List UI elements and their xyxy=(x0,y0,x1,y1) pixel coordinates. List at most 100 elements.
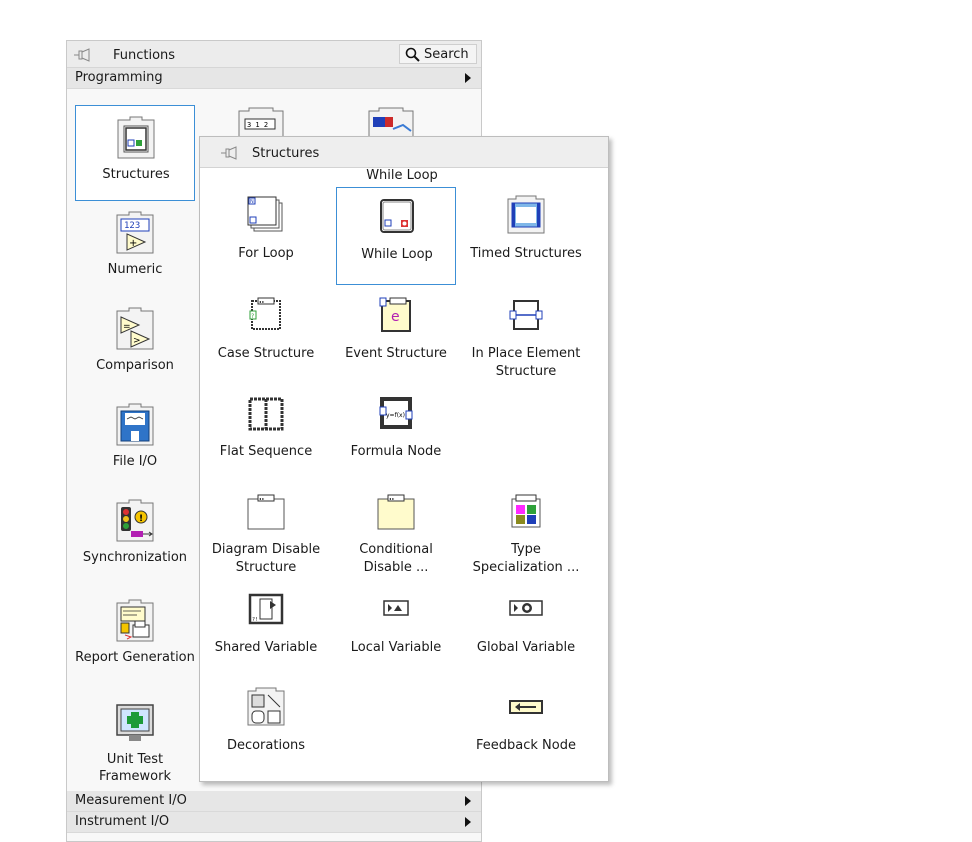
type-specialization-icon xyxy=(511,494,541,528)
palette-item-unit-test-framework[interactable]: Unit Test Framework xyxy=(75,691,195,787)
palette-item-file-io[interactable]: File I/O xyxy=(75,393,195,489)
structure-label: Feedback Node xyxy=(476,738,576,753)
timed-structures-icon xyxy=(507,195,545,234)
unit-test-framework-icon xyxy=(116,704,154,741)
svg-text:?: ? xyxy=(251,313,254,320)
structure-event-structure[interactable]: e Event Structure xyxy=(336,287,456,385)
for-loop-icon: N xyxy=(247,196,283,232)
structure-label: Event Structure xyxy=(345,346,447,361)
structures-palette-header: Structures xyxy=(200,137,608,168)
structure-case-structure[interactable]: ◂ ▸ ? Case Structure xyxy=(206,287,326,385)
svg-text:>: > xyxy=(133,336,141,346)
structure-decorations[interactable]: Decorations xyxy=(206,679,326,777)
structure-shared-variable[interactable]: ?! Shared Variable xyxy=(206,581,326,679)
palette-item-report-generation[interactable]: Report Generation xyxy=(75,589,195,685)
feedback-node-icon xyxy=(509,700,543,714)
structure-label: Conditional Disable ... xyxy=(359,542,433,575)
functions-palette-title: Functions xyxy=(113,48,176,63)
event-structure-icon: e xyxy=(379,297,411,332)
palette-item-label: Structures xyxy=(102,167,170,182)
conditional-disable-icon: ◂ ▸ xyxy=(377,494,415,530)
case-structure-icon: ◂ ▸ ? xyxy=(249,297,281,330)
file-io-icon xyxy=(116,403,154,446)
structure-label: Flat Sequence xyxy=(219,444,313,459)
svg-text:=: = xyxy=(123,322,131,332)
structure-global-variable[interactable]: Global Variable xyxy=(466,581,586,679)
palette-item-label: Report Generation xyxy=(75,650,195,665)
svg-text:!: ! xyxy=(139,514,143,524)
flat-sequence-icon xyxy=(248,397,284,431)
structure-for-loop[interactable]: N For Loop xyxy=(206,187,326,285)
structures-icon xyxy=(117,116,155,159)
structure-label: Formula Node xyxy=(350,444,442,459)
structure-label: Decorations xyxy=(226,738,306,753)
palette-item-comparison[interactable]: = > Comparison xyxy=(75,297,195,393)
structure-conditional-disable[interactable]: ◂ ▸ Conditional Disable ... xyxy=(336,483,456,581)
svg-text:◂ ▸: ◂ ▸ xyxy=(259,496,264,501)
category-instrument-io[interactable]: Instrument I/O xyxy=(67,812,481,833)
svg-text:◂ ▸: ◂ ▸ xyxy=(389,496,394,501)
structure-label: Shared Variable xyxy=(214,640,318,655)
structure-label: Local Variable xyxy=(350,640,442,655)
structure-type-specialization[interactable]: Type Specialization ... xyxy=(466,483,586,581)
structure-label: Global Variable xyxy=(476,640,576,655)
formula-node-icon: y=f(x) xyxy=(379,397,413,429)
palette-item-label: Numeric xyxy=(107,262,163,277)
shared-variable-icon: ?! xyxy=(248,593,284,625)
structure-timed-structures[interactable]: Timed Structures xyxy=(466,187,586,285)
pin-icon[interactable] xyxy=(73,48,91,62)
local-variable-icon xyxy=(383,600,409,616)
svg-text:N: N xyxy=(250,199,254,205)
numeric-icon: 123 + xyxy=(116,211,154,254)
structures-palette-title: Structures xyxy=(252,146,320,161)
structure-label: Case Structure xyxy=(217,346,315,361)
search-button-label: Search xyxy=(424,47,469,62)
svg-text:+: + xyxy=(129,238,137,249)
palette-item-label: Comparison xyxy=(96,358,174,373)
structure-label: In Place Element Structure xyxy=(471,346,581,379)
tooltip: While Loop xyxy=(366,168,438,183)
structure-label: Diagram Disable Structure xyxy=(211,542,321,575)
category-label: Measurement I/O xyxy=(75,793,187,808)
structure-formula-node[interactable]: y=f(x) Formula Node xyxy=(336,385,456,483)
comparison-icon: = > xyxy=(116,307,154,350)
structure-flat-sequence[interactable]: Flat Sequence xyxy=(206,385,326,483)
palette-item-label: Synchronization xyxy=(82,550,188,565)
palette-item-label: Unit Test Framework xyxy=(99,752,171,784)
category-measurement-io[interactable]: Measurement I/O xyxy=(67,791,481,812)
functions-palette-header: Functions Search xyxy=(67,41,481,68)
expand-arrow-icon xyxy=(465,817,471,827)
structure-feedback-node[interactable]: Feedback Node xyxy=(466,679,586,777)
diagram-disable-icon: ◂ ▸ xyxy=(247,494,285,530)
category-programming[interactable]: Programming xyxy=(67,68,481,89)
numeric-icon-text: 123 xyxy=(124,221,140,231)
structure-in-place-element[interactable]: In Place Element Structure xyxy=(466,287,586,385)
palette-item-synchronization[interactable]: ! Synchronization xyxy=(75,489,195,585)
structure-label: While Loop xyxy=(361,247,433,262)
structure-diagram-disable[interactable]: ◂ ▸ Diagram Disable Structure xyxy=(206,483,326,581)
expand-arrow-icon xyxy=(465,73,471,83)
structures-palette: Structures While Loop N For Loop While L… xyxy=(199,136,609,782)
while-loop-icon xyxy=(380,199,414,233)
svg-text:◂ ▸: ◂ ▸ xyxy=(259,299,264,304)
formula-icon-text: y=f(x) xyxy=(386,412,405,419)
svg-text:3 1 2: 3 1 2 xyxy=(247,121,268,129)
palette-item-structures[interactable]: Structures xyxy=(75,105,195,201)
pin-icon[interactable] xyxy=(220,146,238,160)
structure-label: For Loop xyxy=(238,246,294,261)
category-label: Programming xyxy=(75,70,163,85)
svg-text:e: e xyxy=(391,309,400,325)
in-place-element-icon xyxy=(509,300,543,330)
svg-text:?!: ?! xyxy=(252,617,258,623)
structure-label: Timed Structures xyxy=(470,246,582,261)
report-generation-icon xyxy=(116,599,154,642)
palette-item-numeric[interactable]: 123 + Numeric xyxy=(75,201,195,297)
decorations-icon xyxy=(247,687,285,726)
structure-local-variable[interactable]: Local Variable xyxy=(336,581,456,679)
global-variable-icon xyxy=(509,600,543,616)
palette-item-label: File I/O xyxy=(112,454,158,469)
structure-label: Type Specialization ... xyxy=(472,542,580,575)
structure-while-loop[interactable]: While Loop xyxy=(336,187,456,285)
search-button[interactable]: Search xyxy=(399,44,477,64)
synchronization-icon: ! xyxy=(116,499,154,542)
